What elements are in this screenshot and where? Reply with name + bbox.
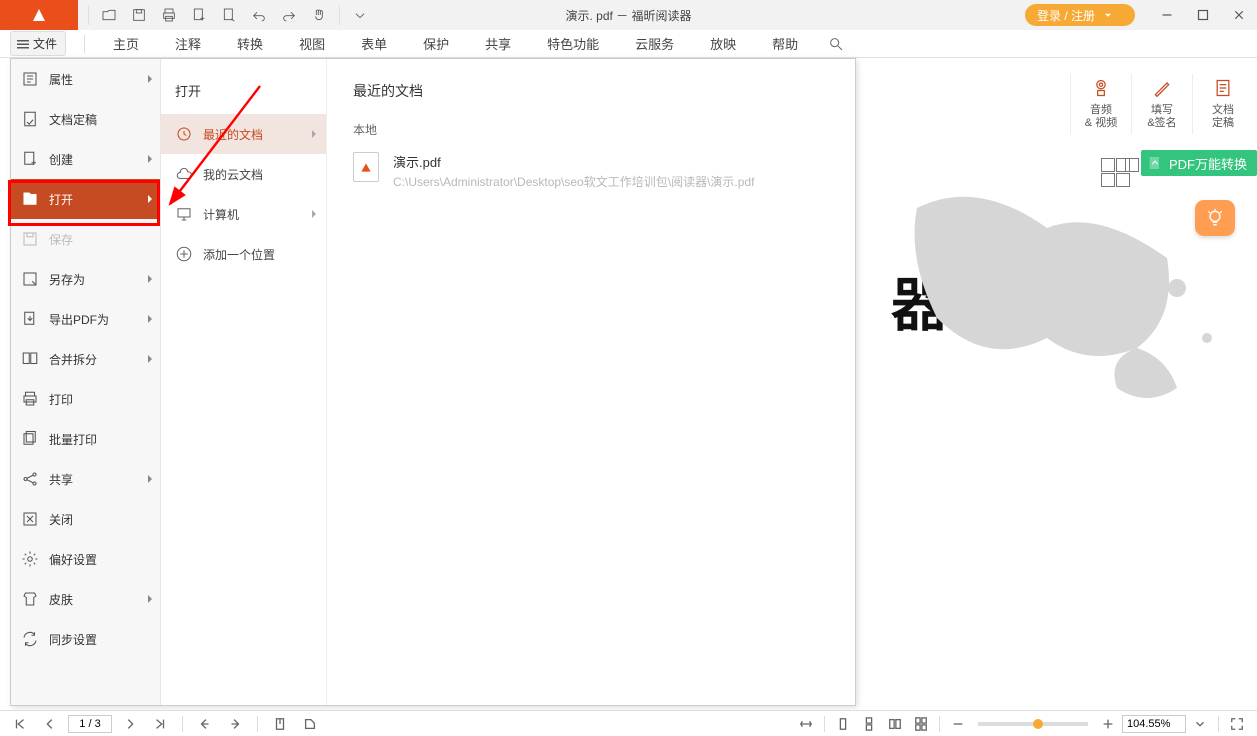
tag-icon[interactable] [298,713,322,735]
facing-page-icon[interactable] [883,713,907,735]
file-menu-item-3[interactable]: 打开 [11,179,160,219]
nav-back-button[interactable] [193,713,217,735]
login-label: 登录 / 注册 [1037,7,1095,24]
audio-video-button[interactable]: 音频& 视频 [1077,65,1125,143]
file-menu-item-4: 保存 [11,219,160,259]
fullscreen-icon[interactable] [1225,713,1249,735]
page-view-icon[interactable] [1125,158,1139,172]
ribbon-tab-3[interactable]: 视图 [281,28,343,59]
status-bar [0,710,1257,736]
file-menu-item-8[interactable]: 打印 [11,379,160,419]
file-tab-label: 文件 [33,35,57,52]
file-menu-item-10[interactable]: 共享 [11,459,160,499]
close-button[interactable] [1221,0,1257,30]
continuous-page-icon[interactable] [857,713,881,735]
recent-file-name: 演示.pdf [393,152,754,171]
pdf-convert-button[interactable]: PDF万能转换 [1141,150,1257,176]
file-menu-item-5[interactable]: 另存为 [11,259,160,299]
map-graphic [877,178,1237,438]
ribbon-tabs: 文件 主页注释转换视图表单保护共享特色功能云服务放映帮助 [0,30,1257,58]
ribbon-tab-7[interactable]: 特色功能 [529,28,617,59]
file-menu-item-2[interactable]: 创建 [11,139,160,179]
ribbon-tab-8[interactable]: 云服务 [617,28,692,59]
file-menu-item-11[interactable]: 关闭 [11,499,160,539]
ribbon-tab-10[interactable]: 帮助 [754,28,816,59]
ribbon-tab-4[interactable]: 表单 [343,28,405,59]
open-source-item-0[interactable]: 最近的文档 [161,114,326,154]
bookmark-icon[interactable] [268,713,292,735]
file-menu-column2: 打开 最近的文档我的云文档计算机添加一个位置 [161,59,327,705]
hand-tool-icon[interactable] [305,2,333,28]
prev-page-button[interactable] [38,713,62,735]
finalize-button[interactable]: 文档定稿 [1199,65,1247,143]
file-menu-item-12[interactable]: 偏好设置 [11,539,160,579]
open-source-item-3[interactable]: 添加一个位置 [161,234,326,274]
quick-access-toolbar [84,2,374,28]
zoom-out-button[interactable] [946,713,970,735]
add-page-icon[interactable] [185,2,213,28]
title-bar: 演示. pdf － 福昕阅读器 登录 / 注册 [0,0,1257,30]
zoom-level-input[interactable] [1122,715,1186,733]
file-menu-item-13[interactable]: 皮肤 [11,579,160,619]
ribbon-tab-1[interactable]: 注释 [157,28,219,59]
print-icon[interactable] [155,2,183,28]
recent-docs-title: 最近的文档 [353,81,829,101]
next-page-button[interactable] [118,713,142,735]
open-icon[interactable] [95,2,123,28]
maximize-button[interactable] [1185,0,1221,30]
file-menu-item-6[interactable]: 导出PDF为 [11,299,160,339]
file-menu-item-7[interactable]: 合并拆分 [11,339,160,379]
zoom-slider[interactable] [978,722,1088,726]
open-source-item-1[interactable]: 我的云文档 [161,154,326,194]
file-menu-item-9[interactable]: 批量打印 [11,419,160,459]
view-mode-icons [1101,158,1139,172]
recent-file-path: C:\Users\Administrator\Desktop\seo软文工作培训… [393,173,754,190]
file-menu-item-14[interactable]: 同步设置 [11,619,160,659]
file-menu-item-1[interactable]: 文档定稿 [11,99,160,139]
recent-file-item[interactable]: 演示.pdf C:\Users\Administrator\Desktop\se… [353,152,829,190]
pdf-convert-label: PDF万能转换 [1169,154,1247,173]
file-menu-column3: 最近的文档 本地 演示.pdf C:\Users\Administrator\D… [327,59,855,705]
search-icon[interactable] [822,31,850,57]
pdf-file-icon [353,152,379,182]
first-page-button[interactable] [8,713,32,735]
last-page-button[interactable] [148,713,172,735]
open-section-title: 打开 [161,77,326,114]
ribbon-tab-2[interactable]: 转换 [219,28,281,59]
fill-sign-button[interactable]: 填写&签名 [1138,65,1186,143]
open-source-item-2[interactable]: 计算机 [161,194,326,234]
fit-width-icon[interactable] [794,713,818,735]
new-page-icon[interactable] [215,2,243,28]
file-menu-column1: 属性文档定稿创建打开保存另存为导出PDF为合并拆分打印批量打印共享关闭偏好设置皮… [11,59,161,705]
save-icon[interactable] [125,2,153,28]
file-menu-panel: 属性文档定稿创建打开保存另存为导出PDF为合并拆分打印批量打印共享关闭偏好设置皮… [10,58,856,706]
recent-docs-section: 本地 [353,121,829,138]
file-menu-item-0[interactable]: 属性 [11,59,160,99]
continuous-facing-icon[interactable] [909,713,933,735]
ribbon-tab-0[interactable]: 主页 [95,28,157,59]
undo-icon[interactable] [245,2,273,28]
qat-dropdown-icon[interactable] [346,2,374,28]
zoom-in-button[interactable] [1096,713,1120,735]
idea-fab-button[interactable] [1195,200,1235,236]
zoom-dropdown-icon[interactable] [1188,713,1212,735]
redo-icon[interactable] [275,2,303,28]
ribbon-tab-9[interactable]: 放映 [692,28,754,59]
page-indicator-input[interactable] [68,715,112,733]
app-logo [0,0,78,30]
grid-view-icon[interactable] [1101,158,1115,172]
single-page-icon[interactable] [831,713,855,735]
login-button[interactable]: 登录 / 注册 [1025,4,1135,26]
ribbon-tab-6[interactable]: 共享 [467,28,529,59]
file-tab[interactable]: 文件 [10,31,66,56]
nav-fwd-button[interactable] [223,713,247,735]
ribbon-tool-group: 音频& 视频 填写&签名 文档定稿 [1064,60,1247,148]
ribbon-tab-5[interactable]: 保护 [405,28,467,59]
minimize-button[interactable] [1149,0,1185,30]
